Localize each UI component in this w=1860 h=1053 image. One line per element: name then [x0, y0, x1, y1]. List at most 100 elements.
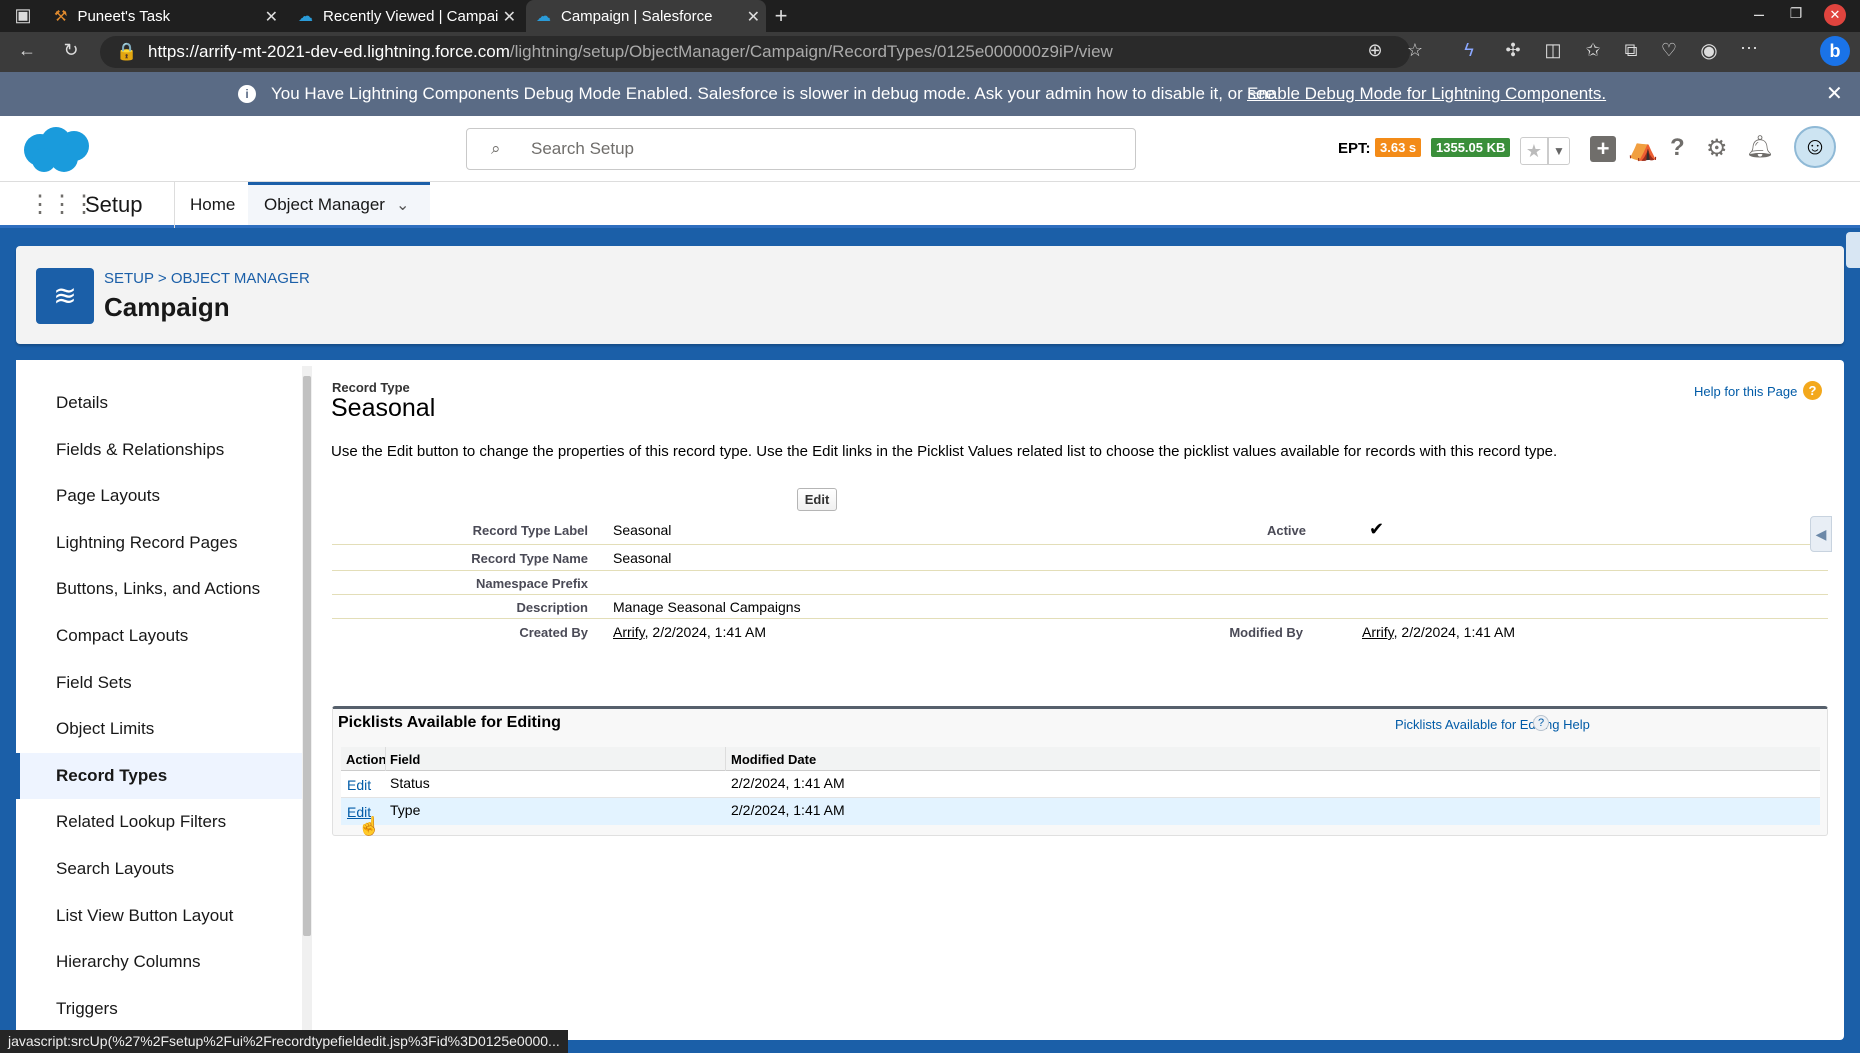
sidebar-item-triggers[interactable]: Triggers: [16, 986, 302, 1033]
sidebar-item-list-view-button-layout[interactable]: List View Button Layout: [16, 893, 302, 940]
minimize-icon[interactable]: –: [1746, 4, 1772, 25]
ept-label: EPT:: [1338, 140, 1371, 157]
url-path: /lightning/setup/ObjectManager/Campaign/…: [509, 42, 1113, 61]
breadcrumb-setup-link[interactable]: SETUP: [104, 270, 154, 287]
sidebar-item-record-types[interactable]: Record Types: [16, 752, 302, 800]
profile-icon[interactable]: ◉: [1696, 38, 1722, 63]
enable-debug-link[interactable]: Enable Debug Mode for Lightning Componen…: [1247, 72, 1606, 116]
salesforce-logo[interactable]: [18, 124, 94, 176]
sidebar-item-field-sets[interactable]: Field Sets: [16, 660, 302, 707]
field-value: Seasonal: [613, 550, 672, 566]
column-header-action: Action: [346, 752, 387, 767]
sidebar-item-related-lookup-filters[interactable]: Related Lookup Filters: [16, 799, 302, 846]
help-for-page-link[interactable]: Help for this Page: [1694, 384, 1797, 399]
user-avatar[interactable]: ☺: [1794, 126, 1836, 168]
extensions-icon[interactable]: ✣: [1500, 40, 1526, 61]
column-divider: [725, 747, 726, 771]
sidebar-item-buttons-links-actions[interactable]: Buttons, Links, and Actions: [16, 566, 302, 613]
ept-time-badge: 3.63 s: [1375, 138, 1422, 157]
table-row: Edit Type 2/2/2024, 1:41 AM: [341, 798, 1820, 825]
column-header-modified-date: Modified Date: [731, 752, 817, 767]
search-icon: ⌕: [491, 139, 501, 158]
debug-mode-banner: i You Have Lightning Components Debug Mo…: [0, 72, 1860, 116]
column-divider: [385, 747, 386, 771]
collections-icon[interactable]: ⧉: [1618, 40, 1644, 61]
object-header: ≋ SETUP > OBJECT MANAGER Campaign: [16, 246, 1844, 344]
modified-by-user-link[interactable]: Arrify: [1362, 624, 1394, 640]
new-tab-icon[interactable]: +: [768, 3, 794, 29]
record-type-name-heading: Seasonal: [331, 394, 436, 422]
sidebar-item-fields-relationships[interactable]: Fields & Relationships: [16, 427, 302, 474]
field-value: Seasonal: [613, 522, 672, 538]
copilot-icon[interactable]: b: [1820, 36, 1850, 66]
browser-tab[interactable]: ⚒ Puneet's Task ✕: [44, 0, 284, 32]
close-banner-icon[interactable]: ✕: [1826, 72, 1843, 116]
nav-object-manager-label: Object Manager: [264, 195, 385, 214]
sidebar-item-page-layouts[interactable]: Page Layouts: [16, 473, 302, 520]
edit-button[interactable]: Edit: [797, 488, 837, 511]
picklist-modified-date: 2/2/2024, 1:41 AM: [731, 802, 845, 818]
favorites-dropdown-icon[interactable]: ▼: [1548, 137, 1570, 165]
close-tab-icon[interactable]: ✕: [503, 7, 516, 27]
help-icon[interactable]: ?: [1803, 381, 1822, 400]
created-by-date: , 2/2/2024, 1:41 AM: [644, 624, 767, 640]
search-placeholder: Search Setup: [531, 139, 635, 158]
url-field[interactable]: 🔒 https://arrify-mt-2021-dev-ed.lightnin…: [100, 36, 1410, 68]
global-add-icon[interactable]: +: [1590, 136, 1616, 162]
restore-icon[interactable]: ❐: [1783, 5, 1809, 22]
favorites-star-icon[interactable]: ★: [1520, 137, 1548, 165]
address-bar-row: ← ↻ 🔒 https://arrify-mt-2021-dev-ed.ligh…: [0, 32, 1860, 72]
breadcrumb-object-manager-link[interactable]: OBJECT MANAGER: [171, 270, 310, 287]
tab-title: Recently Viewed | Campai: [323, 7, 499, 25]
sidebar-item-lightning-record-pages[interactable]: Lightning Record Pages: [16, 520, 302, 567]
created-by-user-link[interactable]: Arrify: [613, 624, 645, 640]
setup-gear-icon[interactable]: ⚙: [1706, 134, 1728, 163]
field-label: Namespace Prefix: [475, 576, 588, 591]
zoom-icon[interactable]: ⊕: [1362, 40, 1388, 61]
close-tab-icon[interactable]: ✕: [265, 7, 278, 27]
sidebar-item-search-layouts[interactable]: Search Layouts: [16, 846, 302, 893]
back-icon[interactable]: ←: [14, 40, 40, 61]
browser-tab[interactable]: ☁ Recently Viewed | Campai ✕: [288, 0, 522, 32]
app-name: Setup: [85, 192, 143, 217]
favorites-icon[interactable]: ✩: [1580, 40, 1606, 61]
tab-title: Campaign | Salesforce: [561, 7, 713, 25]
browser-essentials-icon[interactable]: ♡: [1656, 40, 1682, 61]
record-type-instructions: Use the Edit button to change the proper…: [331, 443, 1558, 460]
modified-by-value: Arrify, 2/2/2024, 1:41 AM: [1362, 624, 1515, 640]
nav-object-manager-tab[interactable]: Object Manager ⌄: [248, 182, 430, 225]
sidebar-item-hierarchy-columns[interactable]: Hierarchy Columns: [16, 939, 302, 986]
tab-title: Puneet's Task: [77, 7, 171, 25]
trailhead-icon[interactable]: ⛺: [1628, 134, 1658, 163]
split-screen-icon[interactable]: ◫: [1540, 40, 1566, 61]
breadcrumb: SETUP > OBJECT MANAGER: [104, 270, 310, 287]
tab-actions-icon[interactable]: ▣: [10, 5, 36, 26]
sidebar-item-object-limits[interactable]: Object Limits: [16, 706, 302, 753]
favorite-star-icon[interactable]: ☆: [1402, 40, 1428, 61]
help-icon[interactable]: ?: [1670, 134, 1685, 162]
divider: [332, 594, 1828, 595]
extension-bolt-icon[interactable]: ϟ: [1456, 40, 1482, 61]
picklist-modified-date: 2/2/2024, 1:41 AM: [731, 775, 845, 791]
collapse-panel-icon[interactable]: ◀: [1810, 516, 1832, 552]
edit-picklist-link[interactable]: Edit: [347, 777, 371, 793]
help-icon[interactable]: ?: [1533, 715, 1549, 731]
nav-home-tab[interactable]: Home: [190, 195, 235, 215]
browser-tab-active[interactable]: ☁ Campaign | Salesforce ✕: [526, 0, 766, 32]
sidebar-scrollbar[interactable]: [302, 366, 312, 1036]
scrollbar-thumb[interactable]: [303, 376, 311, 936]
close-window-icon[interactable]: ✕: [1824, 4, 1846, 26]
field-label: Active: [1266, 523, 1306, 538]
sidebar-item-compact-layouts[interactable]: Compact Layouts: [16, 613, 302, 660]
picklists-help-link[interactable]: Picklists Available for Editing Help: [1395, 717, 1590, 732]
field-label: Created By: [519, 625, 588, 640]
chevron-down-icon[interactable]: ⌄: [396, 195, 409, 215]
reload-icon[interactable]: ↻: [58, 40, 84, 61]
picklists-related-list: Picklists Available for Editing Picklist…: [332, 706, 1828, 836]
more-icon[interactable]: ⋯: [1736, 38, 1762, 59]
notifications-bell-icon[interactable]: 🔔︎: [1746, 134, 1774, 160]
search-setup-input[interactable]: ⌕ Search Setup: [466, 128, 1136, 170]
close-tab-icon[interactable]: ✕: [747, 7, 760, 27]
side-panel-toggle-icon[interactable]: [1846, 232, 1860, 268]
sidebar-item-details[interactable]: Details: [16, 380, 302, 427]
